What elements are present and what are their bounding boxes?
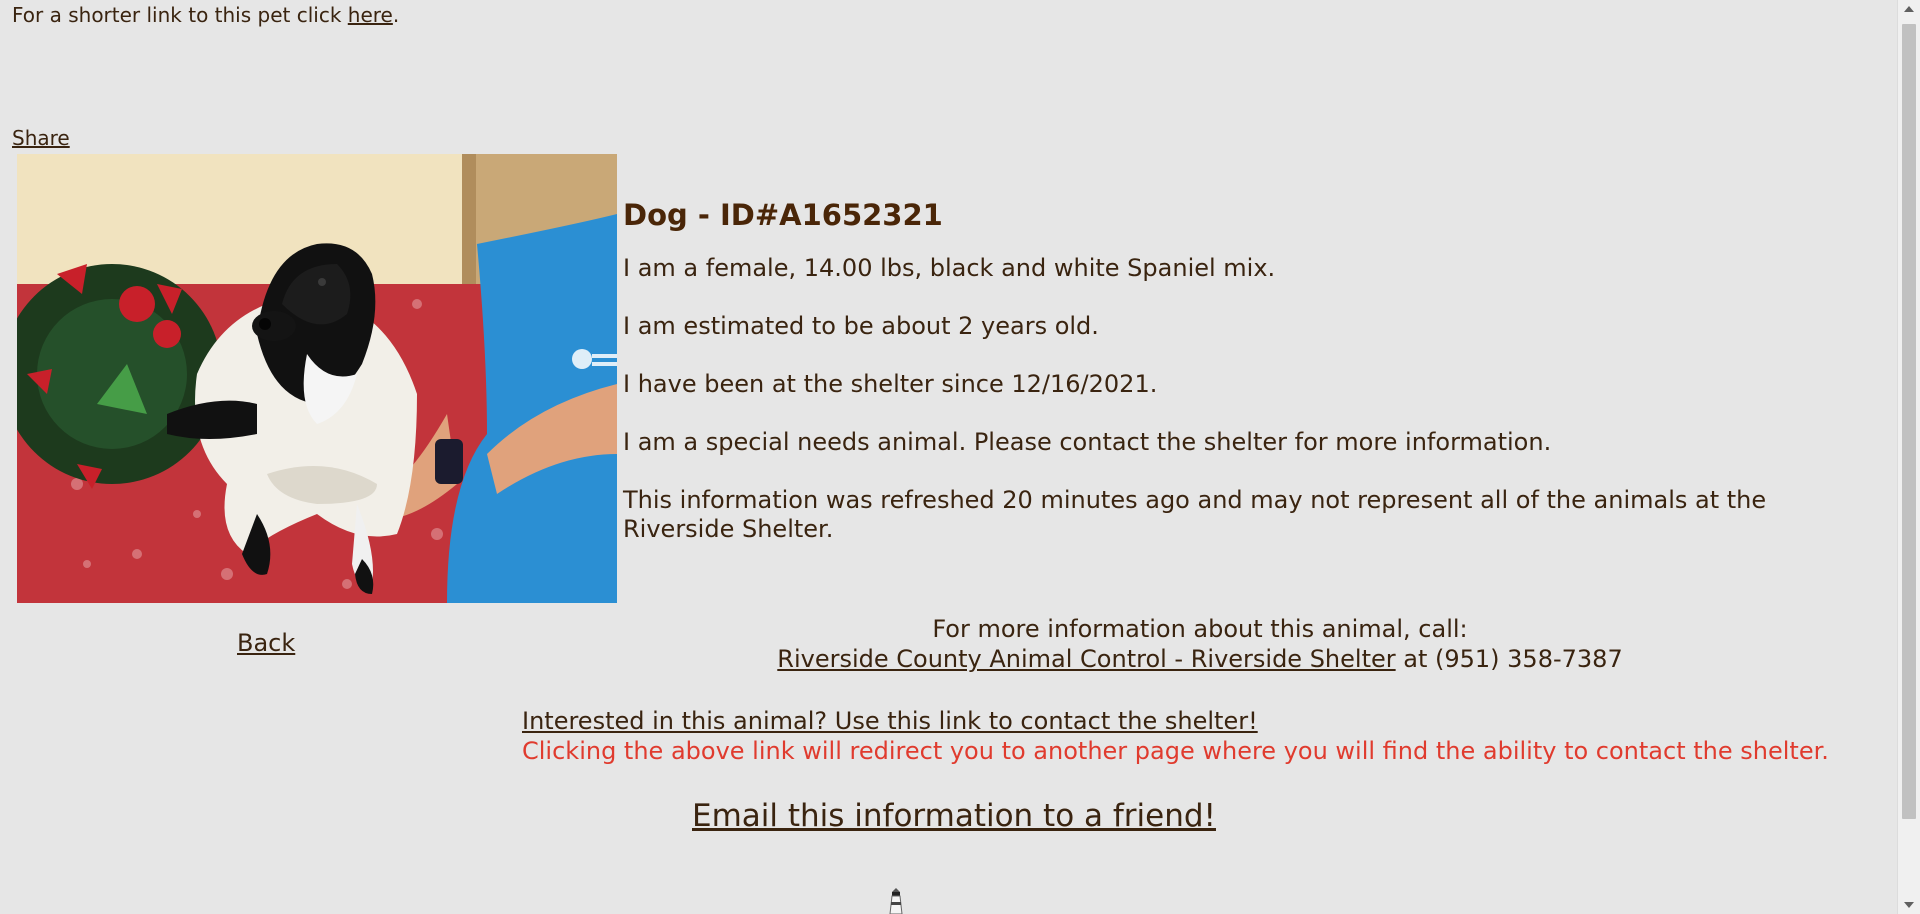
back-link[interactable]: Back [237,629,295,657]
shorter-link-prefix: For a shorter link to this pet click [12,3,348,27]
contact-shelter-link[interactable]: Interested in this animal? Use this link… [522,707,1258,735]
interest-section: Interested in this animal? Use this link… [522,706,1829,766]
share-link[interactable]: Share [12,127,70,149]
pet-photo-drawing [17,154,617,603]
shorter-link-line: For a shorter link to this pet click her… [12,4,399,26]
animal-intake-date: I have been at the shelter since 12/16/2… [623,370,1158,398]
shorter-link-here[interactable]: here [348,3,393,27]
animal-special-needs: I am a special needs animal. Please cont… [623,428,1552,456]
redirect-warning: Clicking the above link will redirect yo… [522,737,1829,765]
scroll-up-icon[interactable] [1904,6,1914,12]
animal-age: I am estimated to be about 2 years old. [623,312,1099,340]
shelter-link[interactable]: Riverside County Animal Control - Rivers… [777,645,1395,673]
refresh-notice: This information was refreshed 20 minute… [623,486,1767,543]
contact-info: For more information about this animal, … [600,614,1800,674]
pet-photo [17,154,617,603]
shelter-phone-line: Riverside County Animal Control - Rivers… [600,644,1800,674]
scroll-down-icon[interactable] [1904,902,1914,908]
email-friend-link[interactable]: Email this information to a friend! [692,798,1216,834]
animal-description: I am a female, 14.00 lbs, black and whit… [623,254,1276,282]
shorter-link-suffix: . [392,3,400,27]
call-text: For more information about this animal, … [932,615,1468,643]
lighthouse-icon [887,887,905,914]
animal-title: Dog - ID#A1652321 [623,198,943,232]
scrollbar-thumb[interactable] [1902,24,1916,819]
animal-info: Dog - ID#A1652321 I am a female, 14.00 l… [623,198,1823,573]
shelter-phone: at (951) 358-7387 [1395,645,1623,673]
vertical-scrollbar[interactable] [1897,0,1920,914]
